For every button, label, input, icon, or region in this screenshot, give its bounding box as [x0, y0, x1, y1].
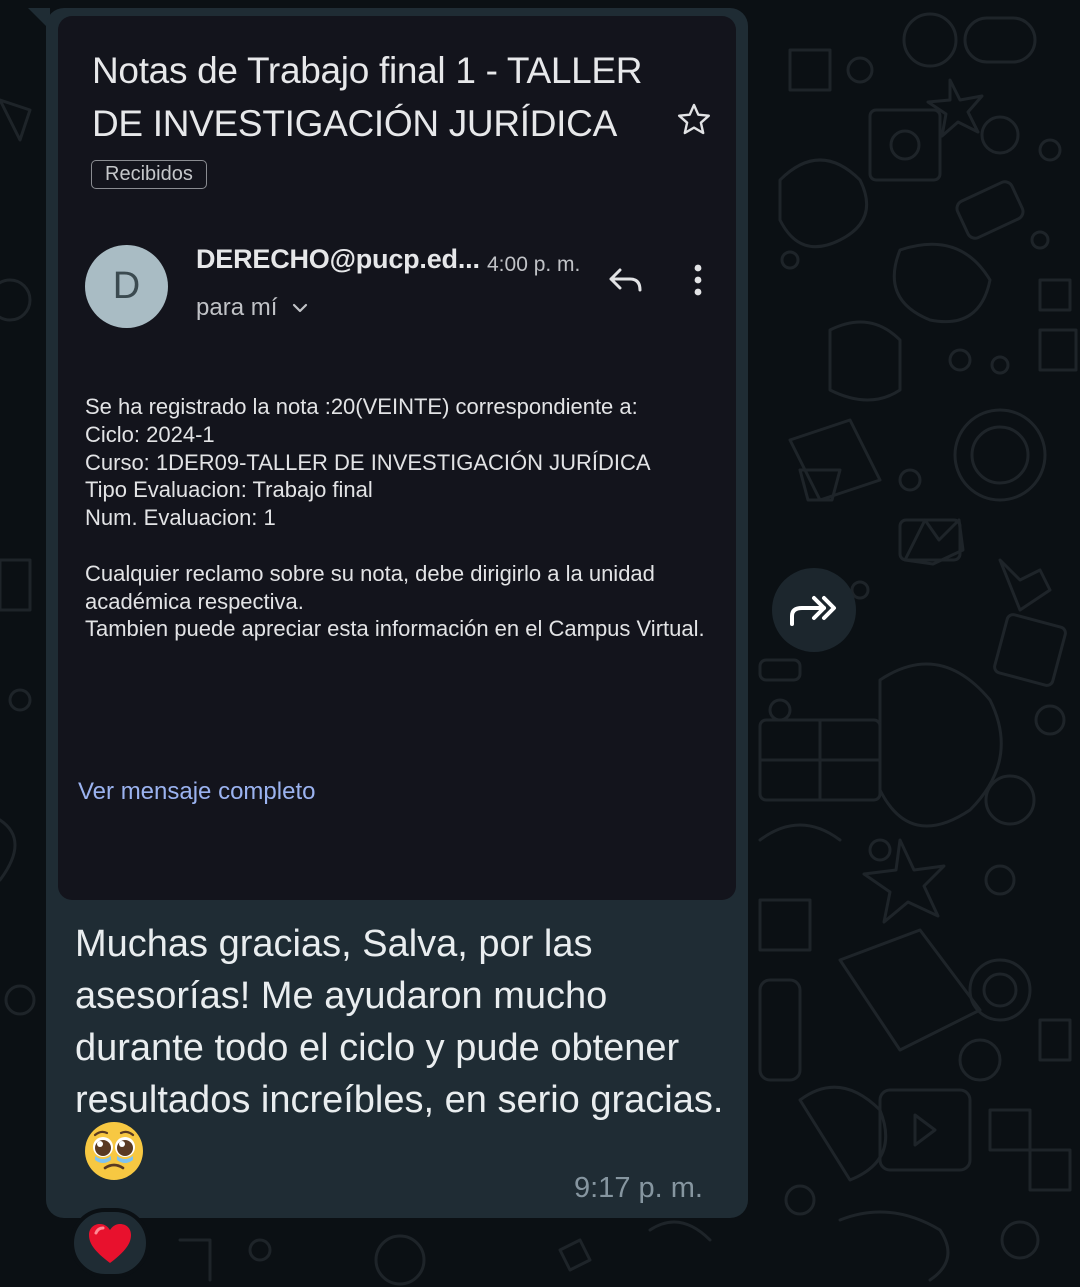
message-text-content: Muchas gracias, Salva, por las asesorías… — [75, 923, 724, 1121]
inbox-label: Recibidos — [91, 160, 207, 189]
email-body-line: Ciclo: 2024-1 — [85, 421, 215, 447]
reply-icon — [609, 268, 642, 292]
forward-icon — [790, 596, 836, 626]
email-body-line: Tipo Evaluacion: Trabajo final — [85, 477, 373, 503]
email-body-line: Tambien puede apreciar esta información … — [85, 616, 705, 642]
red-heart-icon — [89, 1224, 131, 1263]
reaction-badge[interactable] — [70, 1208, 150, 1278]
email-body-line: Num. Evaluacion: 1 — [85, 505, 276, 531]
view-full-message-link: Ver mensaje completo — [78, 778, 316, 805]
chevron-down-icon — [292, 303, 308, 313]
email-body-line: Se ha registrado la nota :20(VEINTE) cor… — [85, 394, 638, 419]
email-body: Se ha registrado la nota :20(VEINTE) cor… — [85, 393, 725, 643]
star-icon — [678, 103, 710, 135]
message-text: Muchas gracias, Salva, por las asesorías… — [75, 918, 735, 1182]
avatar: D — [85, 245, 168, 328]
pleading-face-icon — [85, 1122, 143, 1180]
email-recipient: para mí — [196, 294, 278, 321]
forward-button[interactable] — [772, 568, 856, 652]
email-body-line: Cualquier reclamo sobre su nota, debe di… — [85, 560, 655, 614]
email-body-line: Curso: 1DER09-TALLER DE INVESTIGACIÓN JU… — [85, 449, 651, 475]
message-timestamp: 9:17 p. m. — [574, 1172, 703, 1204]
email-time: 4:00 p. m. — [487, 253, 581, 276]
more-vert-icon — [694, 264, 702, 296]
email-subject: Notas de Trabajo final 1 - TALLER DE INV… — [92, 50, 643, 144]
email-sender: DERECHO@pucp.ed... — [196, 244, 480, 274]
